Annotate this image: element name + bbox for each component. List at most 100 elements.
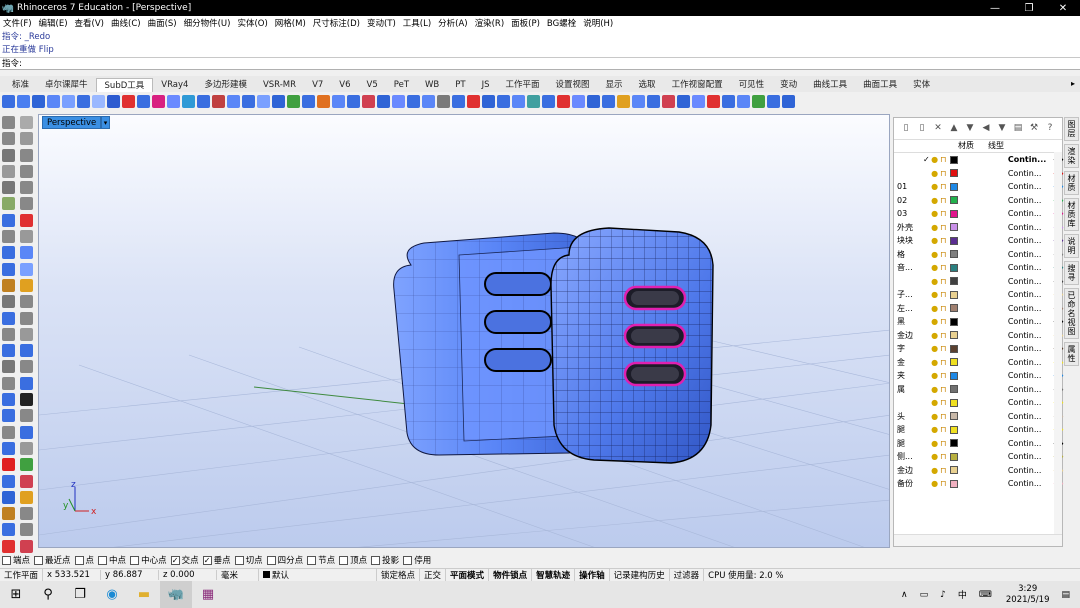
layer-color-swatch[interactable] (950, 317, 958, 326)
subd-tool-icon[interactable] (707, 94, 720, 108)
layer-lock-icon[interactable]: ⊓ (938, 196, 948, 205)
menu-bg-bolt[interactable]: BG螺栓 (547, 17, 576, 29)
tab-v5[interactable]: V5 (359, 78, 386, 92)
layer-color-swatch[interactable] (950, 196, 958, 205)
layer-visible-icon[interactable]: ● (931, 169, 939, 178)
menu-surface[interactable]: 曲面(S) (148, 17, 177, 29)
layer-lock-icon[interactable]: ⊓ (938, 398, 948, 407)
tab-surface-tools[interactable]: 曲面工具 (855, 78, 905, 92)
current-layer-check-icon[interactable]: ✓ (923, 155, 931, 164)
layer-visible-icon[interactable]: ● (931, 317, 939, 326)
subd-tool-icon[interactable] (392, 94, 405, 108)
modeling-tool-icon[interactable] (2, 344, 15, 358)
osnap-3[interactable]: 中点 (98, 554, 126, 566)
file-explorer-icon[interactable]: ▬ (128, 581, 160, 608)
modeling-tool-icon[interactable] (2, 458, 15, 472)
move-parent-icon[interactable]: ◀ (979, 123, 993, 134)
modeling-tool-icon[interactable] (20, 278, 33, 292)
layer-lock-icon[interactable]: ⊓ (938, 250, 948, 259)
subd-tool-icon[interactable] (377, 94, 390, 108)
subd-tool-icon[interactable] (362, 94, 375, 108)
layer-lock-icon[interactable]: ⊓ (938, 412, 948, 421)
osnap-checkbox[interactable] (2, 555, 11, 565)
menu-tools[interactable]: 工具(L) (403, 17, 431, 29)
modeling-tool-icon[interactable] (20, 474, 33, 488)
layer-visible-icon[interactable]: ● (931, 277, 939, 286)
layer-linetype[interactable]: Contin... (1008, 250, 1050, 259)
toggle-smarttrack[interactable]: 智慧轨迹 (532, 569, 576, 581)
layer-lock-icon[interactable]: ⊓ (938, 263, 948, 272)
perspective-viewport[interactable]: z x y Perspective ▾ (38, 114, 890, 548)
layer-row[interactable]: 夹 ● ⊓ Contin... (894, 369, 1064, 383)
osnap-checkbox[interactable] (74, 555, 84, 565)
modeling-tool-icon[interactable] (2, 197, 15, 211)
move-up-icon[interactable]: ▲ (947, 123, 961, 134)
modeling-tool-icon[interactable] (2, 507, 15, 521)
layer-lock-icon[interactable]: ⊓ (938, 479, 948, 488)
toggle-planar[interactable]: 平面模式 (446, 569, 490, 581)
layer-color-swatch[interactable] (950, 263, 958, 272)
layer-color-swatch[interactable] (950, 304, 958, 313)
layer-name[interactable]: 块块 (894, 235, 923, 246)
subd-tool-icon[interactable] (737, 94, 750, 108)
layer-row[interactable]: 黑 ● ⊓ Contin... (894, 315, 1064, 329)
layer-lock-icon[interactable]: ⊓ (938, 385, 948, 394)
layer-row[interactable]: 音... ● ⊓ Contin... (894, 261, 1064, 275)
osnap-checkbox[interactable]: ✓ (202, 555, 212, 565)
subd-tool-icon[interactable] (182, 94, 195, 108)
subd-tool-icon[interactable] (302, 94, 315, 108)
notification-icon[interactable]: ▤ (1061, 590, 1070, 600)
layer-name[interactable]: 侧... (894, 451, 923, 462)
layer-name[interactable]: 黑 (894, 316, 923, 327)
minimize-button[interactable]: — (978, 3, 1012, 14)
modeling-tool-icon[interactable] (2, 490, 15, 504)
modeling-tool-icon[interactable] (20, 539, 33, 553)
modeling-tool-icon[interactable] (2, 148, 15, 162)
layer-row[interactable]: 字 ● ⊓ Contin... (894, 342, 1064, 356)
layer-lock-icon[interactable]: ⊓ (938, 223, 948, 232)
layer-visible-icon[interactable]: ● (931, 304, 939, 313)
osnap-8[interactable]: 四分点 (266, 554, 303, 566)
subd-tool-icon[interactable] (572, 94, 585, 108)
layer-color-swatch[interactable] (950, 290, 958, 299)
subd-tool-icon[interactable] (647, 94, 660, 108)
toggle-osnap[interactable]: 物件锁点 (489, 569, 533, 581)
modeling-tool-icon[interactable] (2, 327, 15, 341)
menu-help[interactable]: 说明(H) (583, 17, 613, 29)
tab-select[interactable]: 选取 (631, 78, 664, 92)
subd-tool-icon[interactable] (62, 94, 75, 108)
modeling-tool-icon[interactable] (20, 409, 33, 423)
subd-tool-icon[interactable] (17, 94, 30, 108)
subd-tool-icon[interactable] (587, 94, 600, 108)
modeling-tool-icon[interactable] (2, 295, 15, 309)
layer-name[interactable]: 金边 (894, 330, 923, 341)
layer-visible-icon[interactable]: ● (931, 452, 939, 461)
modeling-tool-icon[interactable] (2, 230, 15, 244)
modeling-tool-icon[interactable] (20, 327, 33, 341)
keyboard-icon[interactable]: ⌨ (979, 590, 992, 600)
ime-indicator[interactable]: 中 (958, 588, 967, 601)
tab-set-view[interactable]: 设置视图 (548, 78, 598, 92)
layer-lock-icon[interactable]: ⊓ (938, 452, 948, 461)
subd-tool-icon[interactable] (527, 94, 540, 108)
modeling-tool-icon[interactable] (2, 393, 15, 407)
tab-transform[interactable]: 变动 (772, 78, 805, 92)
side-tab-render[interactable]: 渲染 (1064, 144, 1079, 168)
modeling-tool-icon[interactable] (20, 181, 33, 195)
layer-name[interactable]: 左... (894, 303, 923, 314)
subd-tool-icon[interactable] (542, 94, 555, 108)
layer-visible-icon[interactable]: ● (931, 385, 939, 394)
tab-vray4[interactable]: VRay4 (153, 78, 196, 92)
search-icon[interactable]: ⚲ (32, 581, 64, 608)
modeling-tool-icon[interactable] (20, 344, 33, 358)
subd-tool-icon[interactable] (767, 94, 780, 108)
modeling-tool-icon[interactable] (2, 278, 15, 292)
tab-scroll-right-icon[interactable]: ▸ (1066, 76, 1080, 92)
layer-lock-icon[interactable]: ⊓ (938, 371, 948, 380)
osnap-checkbox[interactable] (403, 555, 413, 565)
osnap-12[interactable]: 停用 (403, 554, 431, 566)
osnap-2[interactable]: 点 (74, 554, 94, 566)
layer-visible-icon[interactable]: ● (931, 412, 939, 421)
modeling-tool-icon[interactable] (2, 409, 15, 423)
layer-color-swatch[interactable] (950, 371, 958, 380)
